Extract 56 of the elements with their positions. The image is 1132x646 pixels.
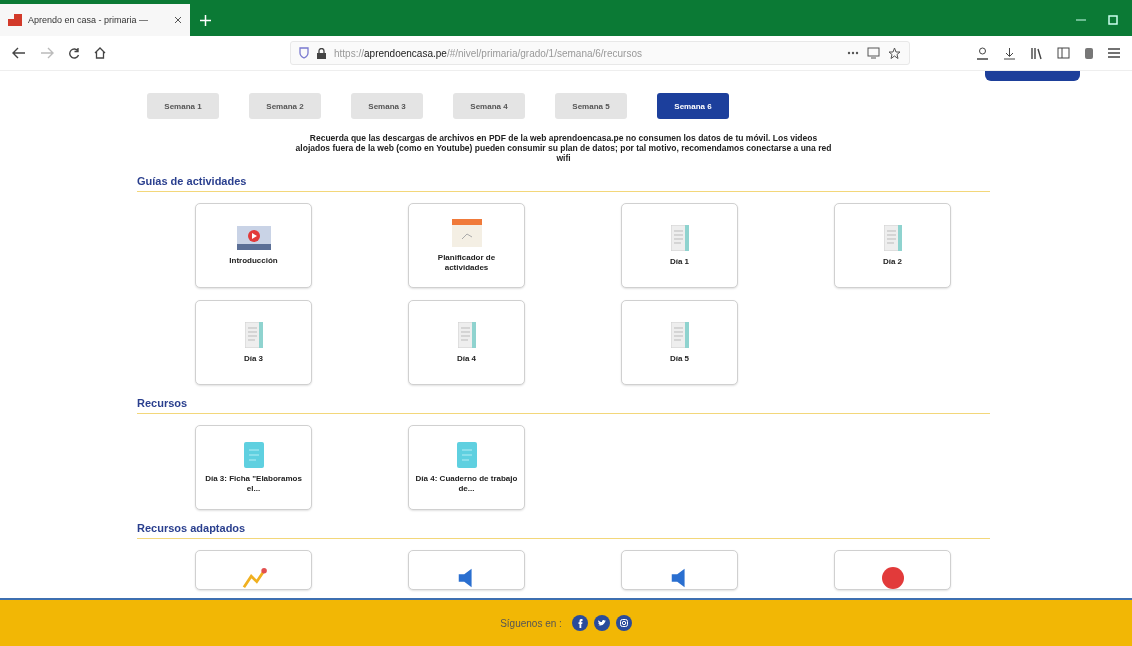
document-icon (883, 224, 902, 251)
resource-card[interactable] (408, 550, 525, 590)
more-icon[interactable] (847, 51, 859, 55)
data-notice: Recuerda que las descargas de archivos en PDF de la web aprendoencasa.pe no consumen los datos de tu móvil. Los videos alojados fuera de la web (como en Youtube) pueden consumir su plan de datos; por tal motivo, recomendamos conectarse a una red wifi (294, 133, 833, 163)
week-tab[interactable]: Semana 2 (249, 93, 321, 119)
document-icon (244, 321, 263, 348)
address-bar[interactable]: https://aprendoencasa.pe/#/nivel/primaria/grado/1/semana/6/recursos (290, 41, 910, 65)
resource-card[interactable]: Día 3: Ficha "Elaboramos el... (195, 425, 312, 510)
site-logo-icon (8, 14, 22, 26)
chart-icon (240, 567, 267, 589)
sidebar-icon[interactable] (1057, 47, 1070, 59)
star-icon[interactable] (888, 46, 901, 60)
resource-card[interactable]: Día 4: Cuaderno de trabajo de... (408, 425, 525, 510)
new-tab-icon[interactable] (199, 14, 211, 26)
week-tab[interactable]: Semana 4 (453, 93, 525, 119)
extension-icon[interactable] (1084, 46, 1094, 60)
section-heading: Recursos adaptados (137, 522, 990, 539)
week-tab[interactable]: Semana 6 (657, 93, 729, 119)
back-icon[interactable] (12, 47, 26, 59)
download-icon[interactable] (1003, 46, 1016, 60)
resource-card[interactable]: Día 2 (834, 203, 951, 288)
reload-icon[interactable] (68, 47, 80, 59)
resource-card[interactable]: Día 1 (621, 203, 738, 288)
document-icon (457, 321, 476, 348)
week-tab[interactable]: Semana 5 (555, 93, 627, 119)
resource-card[interactable] (834, 550, 951, 590)
document-icon (670, 321, 689, 348)
instagram-icon[interactable] (615, 615, 632, 631)
follow-label: Síguenos en : (500, 617, 562, 629)
resource-card[interactable]: Introducción (195, 203, 312, 288)
twitter-icon[interactable] (593, 615, 610, 631)
resource-card[interactable]: Día 3 (195, 300, 312, 385)
facebook-icon[interactable] (571, 615, 588, 631)
week-tab[interactable]: Semana 3 (351, 93, 423, 119)
section-heading: Guías de actividades (137, 175, 990, 192)
document-icon (670, 224, 689, 251)
maximize-icon[interactable] (1108, 15, 1118, 25)
lock-icon (317, 47, 326, 59)
video-icon (236, 225, 271, 250)
document-icon (456, 441, 477, 468)
browser-tab[interactable]: Aprendo en casa - primaria — (0, 4, 190, 36)
close-icon[interactable] (174, 16, 182, 24)
shield-icon (299, 47, 309, 59)
resource-card[interactable]: Día 4 (408, 300, 525, 385)
section-heading: Recursos (137, 397, 990, 414)
resource-card[interactable] (621, 550, 738, 590)
resource-card[interactable]: Planificador de actividades (408, 203, 525, 288)
week-tab[interactable]: Semana 1 (147, 93, 219, 119)
reader-icon[interactable] (867, 47, 880, 59)
document-icon (243, 441, 264, 468)
menu-icon[interactable] (1108, 48, 1120, 58)
home-icon[interactable] (94, 47, 106, 59)
resource-card[interactable]: Día 5 (621, 300, 738, 385)
library-icon[interactable] (1030, 46, 1043, 60)
account-icon[interactable] (976, 46, 989, 60)
calendar-icon (451, 218, 482, 247)
